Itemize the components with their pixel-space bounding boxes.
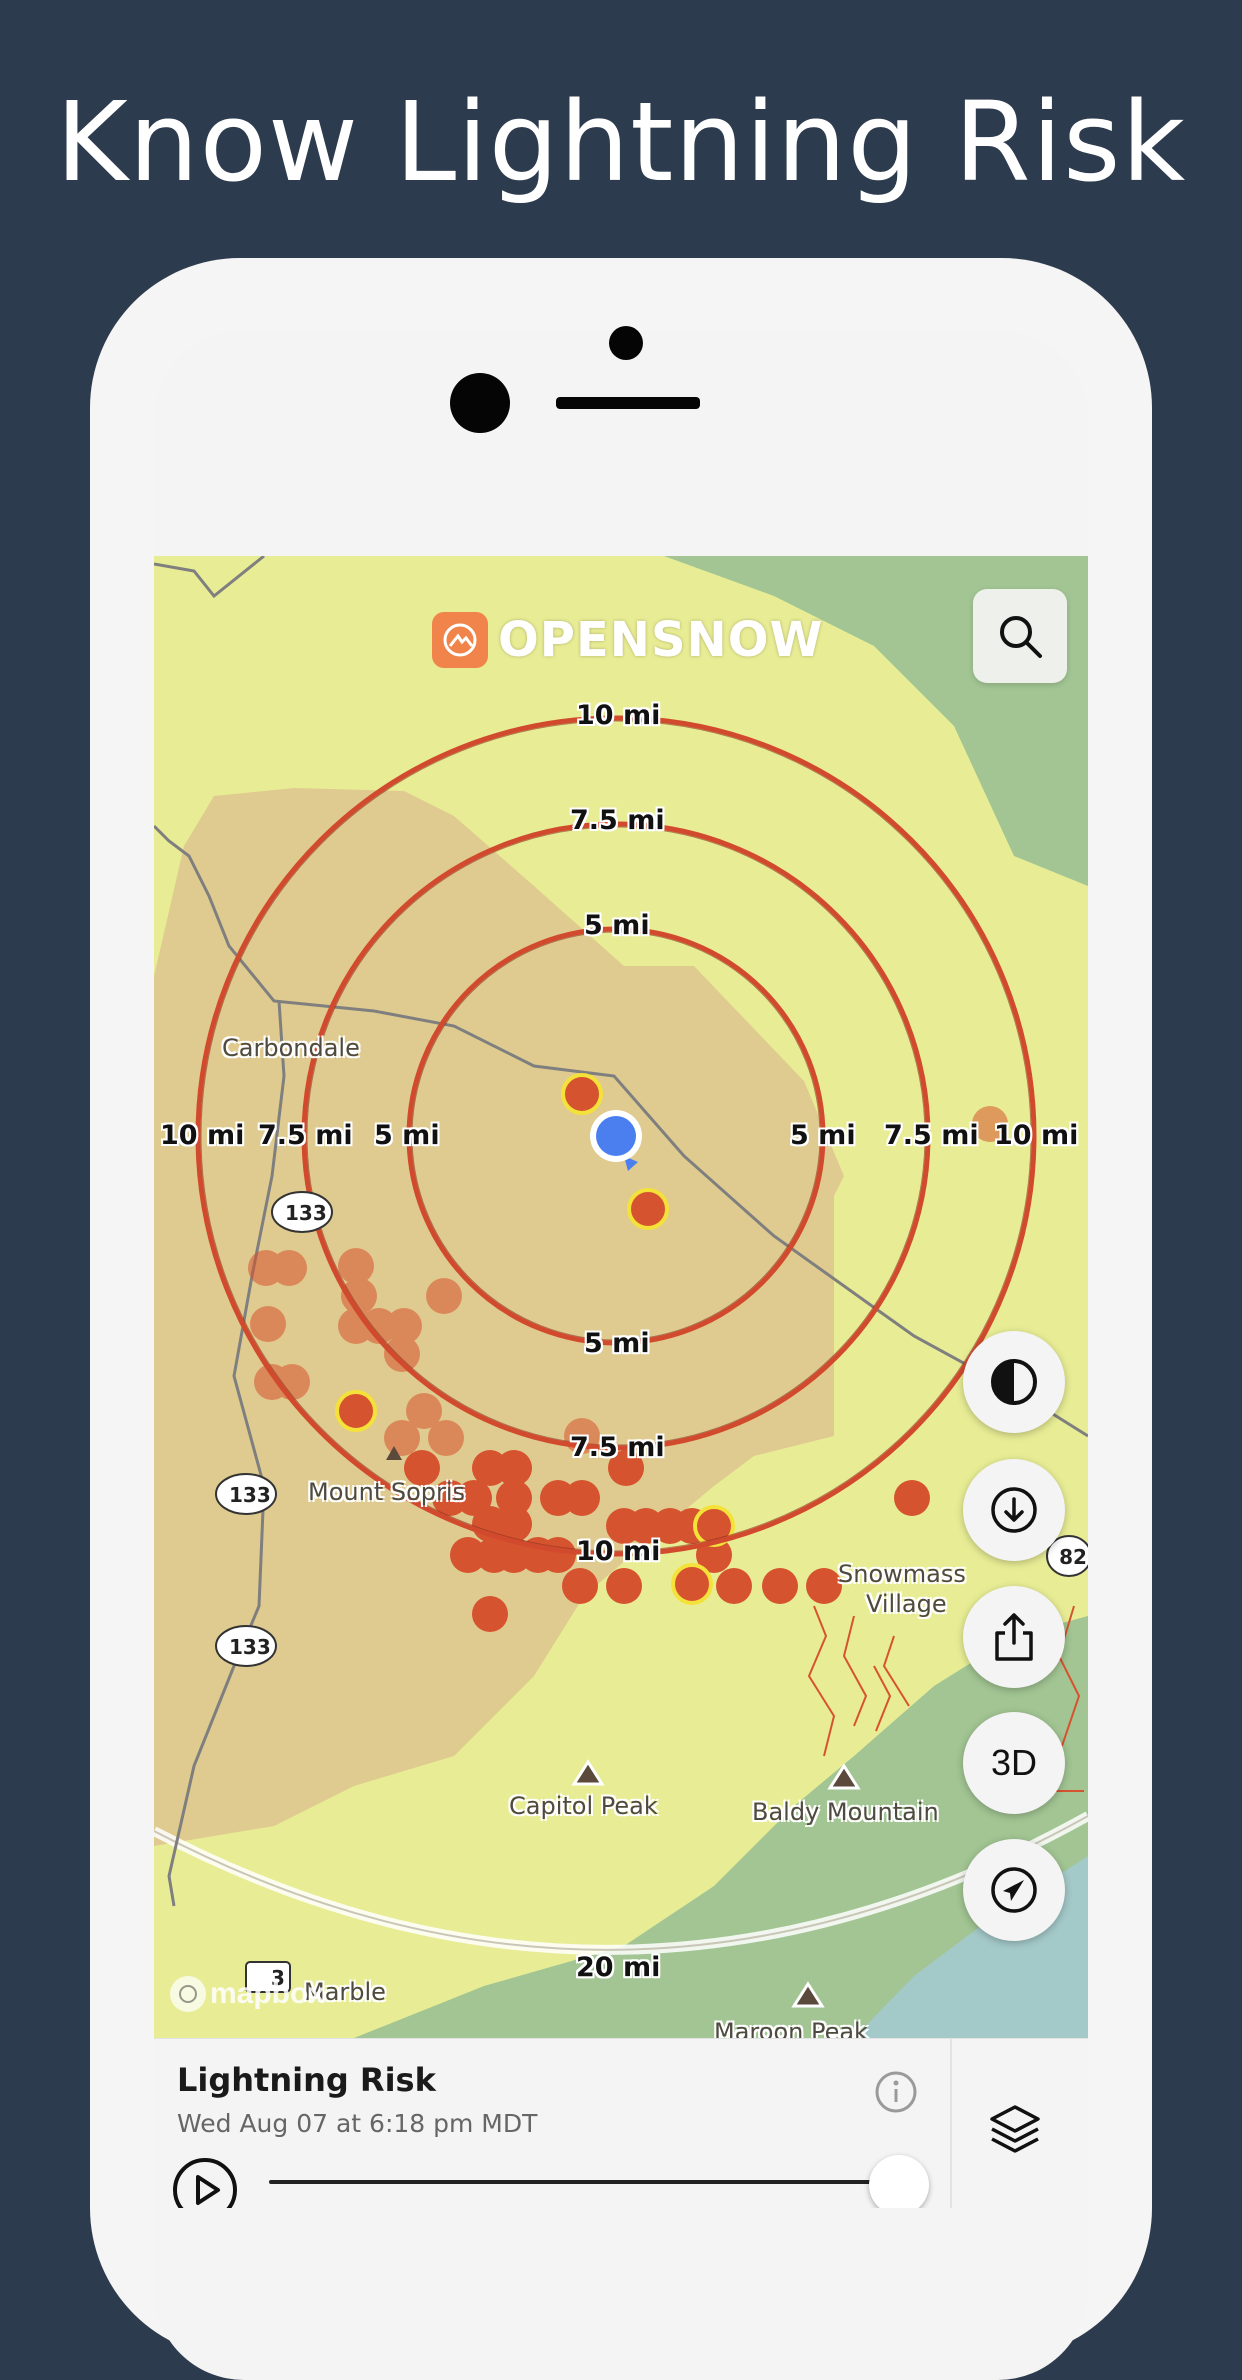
brand-name: OPENSNOW: [498, 612, 824, 668]
place-carbondale: Carbondale: [222, 1034, 360, 1062]
ring-label-75-left: 7.5 mi: [258, 1120, 353, 1151]
panel-timestamp: Wed Aug 07 at 6:18 pm MDT: [177, 2109, 538, 2138]
info-icon: [875, 2071, 917, 2113]
play-icon: [173, 2158, 237, 2208]
earpiece-speaker: [556, 397, 700, 409]
ring-label-5-right: 5 mi: [790, 1120, 856, 1151]
place-baldy-mountain: Baldy Mountain: [752, 1798, 939, 1826]
share-icon: [995, 1613, 1033, 1661]
timeline-thumb[interactable]: [869, 2155, 929, 2208]
proximity-sensor: [609, 326, 643, 360]
search-button[interactable]: [973, 589, 1067, 683]
opensnow-brand: OPENSNOW: [432, 612, 823, 668]
ring-label-5-left: 5 mi: [374, 1120, 440, 1151]
place-mount-sopris: Mount Sopris: [308, 1478, 466, 1506]
ring-label-20-bottom: 20 mi: [576, 1952, 661, 1983]
ring-label-10-bottom: 10 mi: [576, 1536, 661, 1567]
ring-label-75-bottom: 7.5 mi: [570, 1432, 665, 1463]
panel-title: Lightning Risk: [177, 2061, 436, 2099]
ring-label-75-right: 7.5 mi: [884, 1120, 979, 1151]
highway-133-shield: 133: [229, 1483, 271, 1507]
contrast-button[interactable]: [963, 1331, 1065, 1433]
view-3d-label: 3D: [990, 1742, 1038, 1783]
mapbox-attribution[interactable]: mapbox: [170, 1976, 325, 2012]
headline: Know Lightning Risk: [55, 78, 1187, 206]
mapbox-logo-icon: [170, 1976, 206, 2012]
ring-label-5-bottom: 5 mi: [584, 1328, 650, 1359]
ring-label-10-left: 10 mi: [160, 1120, 245, 1151]
search-icon: [1000, 616, 1042, 658]
place-snowmass-line1: Snowmass: [838, 1560, 966, 1588]
view-3d-button[interactable]: 3D: [963, 1712, 1065, 1814]
download-button[interactable]: [963, 1459, 1065, 1561]
layers-icon: [990, 2105, 1040, 2153]
info-button[interactable]: [873, 2069, 919, 2119]
download-icon: [991, 1487, 1037, 1533]
ring-label-75-top: 7.5 mi: [570, 805, 665, 836]
layers-button[interactable]: [986, 2101, 1044, 2163]
front-camera: [450, 373, 510, 433]
opensnow-logo-icon: [432, 612, 488, 668]
ring-label-10-right: 10 mi: [994, 1120, 1079, 1151]
lightning-map[interactable]: 10 mi 7.5 mi 5 mi 5 mi 7.5 mi 10 mi 10 m…: [154, 556, 1088, 2046]
highway-133-shield: 133: [229, 1635, 271, 1659]
place-snowmass-line2: Village: [866, 1590, 947, 1618]
ring-label-5-top: 5 mi: [584, 910, 650, 941]
location-arrow-icon: [991, 1867, 1037, 1913]
timeline-track[interactable]: [269, 2180, 899, 2184]
panel-divider: [950, 2039, 952, 2208]
layer-panel: Lightning Risk Wed Aug 07 at 6:18 pm MDT: [154, 2038, 1088, 2208]
place-capitol-peak: Capitol Peak: [509, 1792, 658, 1820]
ring-label-10-top: 10 mi: [576, 700, 661, 731]
share-button[interactable]: [963, 1586, 1065, 1688]
highway-133-shield: 133: [285, 1201, 327, 1225]
locate-button[interactable]: [963, 1839, 1065, 1941]
mapbox-wordmark: mapbox: [210, 1977, 326, 2010]
contrast-icon: [991, 1359, 1037, 1405]
app-screen: 10 mi 7.5 mi 5 mi 5 mi 7.5 mi 10 mi 10 m…: [154, 556, 1088, 2208]
highway-82-shield: 82: [1059, 1545, 1087, 1569]
play-button[interactable]: [172, 2157, 238, 2208]
